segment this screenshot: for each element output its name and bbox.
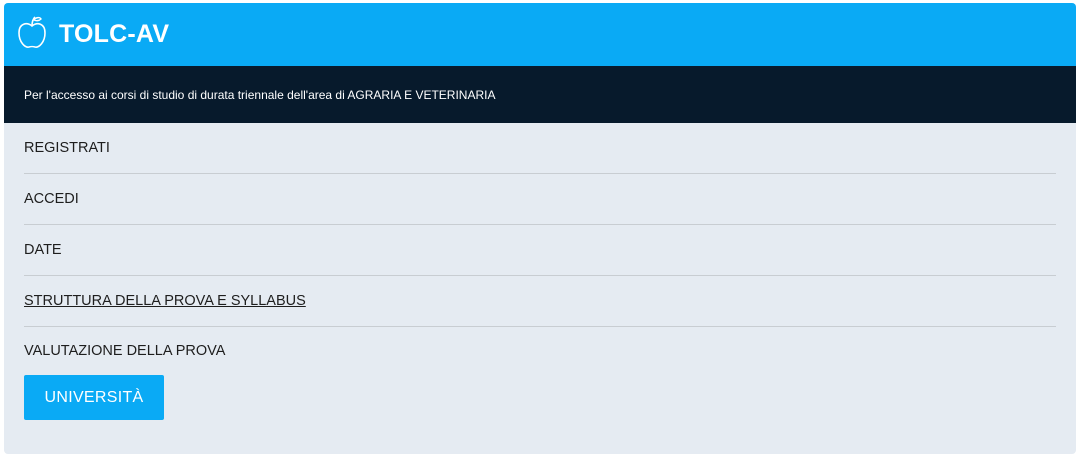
menu-item-label: DATE	[24, 242, 62, 258]
menu-item-valutazione-prova[interactable]: VALUTAZIONE DELLA PROVA	[24, 327, 1056, 375]
button-container: UNIVERSITÀ	[4, 375, 1076, 420]
main-menu: REGISTRATI ACCEDI DATE STRUTTURA DELLA P…	[4, 123, 1076, 375]
menu-item-label: REGISTRATI	[24, 140, 110, 156]
menu-item-label: STRUTTURA DELLA PROVA E SYLLABUS	[24, 293, 306, 309]
tolc-av-card: TOLC-AV Per l'accesso ai corsi di studio…	[4, 3, 1076, 454]
apple-icon	[17, 15, 47, 50]
subtitle-bar: Per l'accesso ai corsi di studio di dura…	[4, 66, 1076, 123]
page-title: TOLC-AV	[59, 20, 170, 48]
menu-item-accedi[interactable]: ACCEDI	[24, 174, 1056, 225]
subtitle-text: Per l'accesso ai corsi di studio di dura…	[24, 87, 496, 102]
menu-item-label: VALUTAZIONE DELLA PROVA	[24, 343, 226, 359]
menu-item-struttura-prova-syllabus[interactable]: STRUTTURA DELLA PROVA E SYLLABUS	[24, 276, 1056, 327]
menu-item-registrati[interactable]: REGISTRATI	[24, 123, 1056, 174]
universita-button[interactable]: UNIVERSITÀ	[24, 375, 164, 420]
menu-item-date[interactable]: DATE	[24, 225, 1056, 276]
header-bar: TOLC-AV	[4, 3, 1076, 66]
menu-item-label: ACCEDI	[24, 191, 79, 207]
